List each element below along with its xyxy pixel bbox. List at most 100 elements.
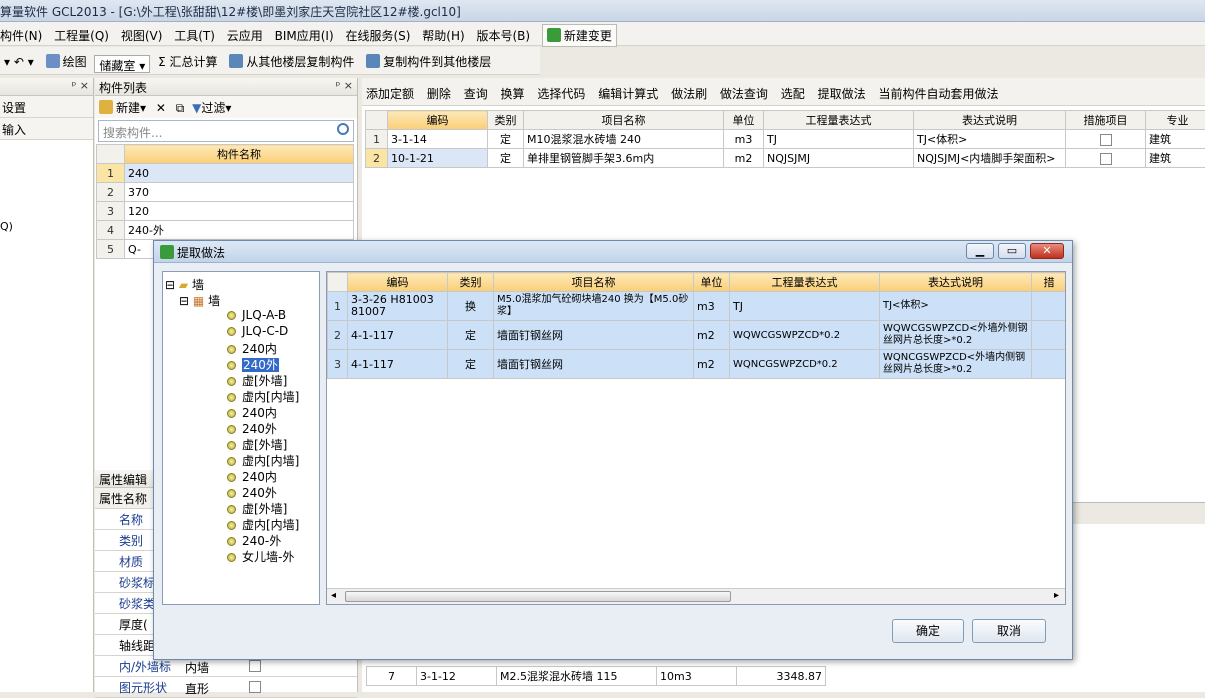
- measure-checkbox[interactable]: [1100, 134, 1112, 146]
- code-cell[interactable]: 4-1-117: [348, 350, 448, 379]
- type-cell[interactable]: 定: [448, 321, 494, 350]
- table-row[interactable]: 4240-外: [97, 221, 354, 240]
- component-name-cell[interactable]: 120: [125, 202, 354, 221]
- auto-apply-button[interactable]: 当前构件自动套用做法: [878, 87, 998, 101]
- tree-leaf[interactable]: 240-外: [165, 532, 317, 548]
- collapse-icon[interactable]: ⊟: [165, 278, 175, 292]
- unit-cell[interactable]: m3: [694, 292, 730, 321]
- property-value-inout[interactable]: 内墙: [185, 659, 209, 676]
- name-cell[interactable]: M10混浆混水砖墙 240: [524, 130, 724, 149]
- tree-leaf[interactable]: 240外: [165, 356, 317, 372]
- new-component-button[interactable]: 新建▾: [99, 101, 146, 115]
- tree-leaf[interactable]: 240内: [165, 340, 317, 356]
- component-name-cell[interactable]: 240: [125, 164, 354, 183]
- close-button[interactable]: ✕: [1030, 243, 1064, 259]
- component-name-cell[interactable]: 370: [125, 183, 354, 202]
- name-cell[interactable]: 墙面钉钢丝网: [494, 321, 694, 350]
- add-quota-button[interactable]: 添加定额: [366, 87, 414, 101]
- delete-button[interactable]: 删除: [427, 87, 451, 101]
- scroll-left-icon[interactable]: ◂: [331, 590, 336, 601]
- edit-formula-button[interactable]: 编辑计算式: [598, 87, 658, 101]
- component-search-input[interactable]: 搜索构件...: [98, 120, 354, 142]
- code-cell[interactable]: 3-1-12: [417, 667, 497, 686]
- desc-cell[interactable]: WQNCGSWPZCD<外墙内侧钢丝网片总长度>*0.2: [880, 350, 1032, 379]
- desc-cell[interactable]: TJ<体积>: [880, 292, 1032, 321]
- tree-leaf[interactable]: 虚[外墙]: [165, 372, 317, 388]
- measure-cell[interactable]: [1032, 292, 1067, 321]
- extract-method-button[interactable]: 提取做法: [818, 87, 866, 101]
- component-name-cell[interactable]: 240-外: [125, 221, 354, 240]
- collapse-icon[interactable]: ⊟: [179, 294, 189, 308]
- menu-view[interactable]: 视图(V): [121, 22, 163, 44]
- tree-leaf[interactable]: 虚内[内墙]: [165, 452, 317, 468]
- filter-button[interactable]: ▼过滤▾: [192, 101, 231, 115]
- copy-to-floor-button[interactable]: 复制构件到其他楼层: [362, 47, 495, 70]
- table-row[interactable]: 3120: [97, 202, 354, 221]
- measure-cell[interactable]: [1066, 130, 1146, 149]
- tree-leaf[interactable]: 240内: [165, 468, 317, 484]
- table-row[interactable]: 2 4-1-117 定 墙面钉钢丝网 m2 WQWCGSWPZCD*0.2 WQ…: [328, 321, 1067, 350]
- pin-close-icons[interactable]: ᵖ ×: [72, 79, 89, 92]
- code-cell[interactable]: 3-3-26 H81003 81007: [348, 292, 448, 321]
- tree-leaf[interactable]: 240内: [165, 404, 317, 420]
- type-cell[interactable]: 定: [448, 350, 494, 379]
- query-button[interactable]: 查询: [464, 87, 488, 101]
- menu-component[interactable]: 构件(N): [0, 22, 42, 44]
- tree-leaf[interactable]: JLQ-C-D: [165, 324, 317, 340]
- tree-leaf[interactable]: 240外: [165, 484, 317, 500]
- tree-leaf[interactable]: JLQ-A-B: [165, 308, 317, 324]
- name-cell[interactable]: 单排里钢管脚手架3.6m内: [524, 149, 724, 168]
- sum-button[interactable]: Σ 汇总计算: [154, 47, 221, 70]
- name-cell[interactable]: M5.0混浆加气砼砌块墙240 换为【M5.0砂浆】: [494, 292, 694, 321]
- horizontal-scrollbar[interactable]: ◂ ▸: [327, 588, 1065, 604]
- major-cell[interactable]: 建筑: [1146, 130, 1205, 149]
- value-cell[interactable]: 3348.87: [737, 667, 826, 686]
- menu-bim[interactable]: BIM应用(I): [275, 22, 334, 44]
- tree-leaf[interactable]: 女儿墙-外: [165, 548, 317, 564]
- menu-help[interactable]: 帮助(H): [422, 22, 464, 44]
- code-cell[interactable]: 4-1-117: [348, 321, 448, 350]
- code-cell[interactable]: 3-1-14: [388, 130, 488, 149]
- tree-leaf[interactable]: 虚[外墙]: [165, 500, 317, 516]
- scrollbar-thumb[interactable]: [345, 591, 731, 602]
- copy-from-floor-button[interactable]: 从其他楼层复制构件: [225, 47, 358, 70]
- method-brush-button[interactable]: 做法刷: [671, 87, 707, 101]
- measure-cell[interactable]: [1066, 149, 1146, 168]
- tree-leaf[interactable]: 虚内[内墙]: [165, 516, 317, 532]
- scroll-right-icon[interactable]: ▸: [1054, 590, 1059, 601]
- maximize-button[interactable]: ▭: [998, 243, 1026, 259]
- minimize-button[interactable]: ▁: [966, 243, 994, 259]
- floor-select[interactable]: 储藏室 ▾: [94, 55, 150, 73]
- property-row[interactable]: 图元形状直形: [95, 677, 357, 698]
- expr-cell[interactable]: TJ: [730, 292, 880, 321]
- measure-cell[interactable]: [1032, 350, 1067, 379]
- code-cell[interactable]: 10-1-21: [388, 149, 488, 168]
- unit-cell[interactable]: m2: [694, 321, 730, 350]
- tree-leaf[interactable]: 虚内[内墙]: [165, 388, 317, 404]
- desc-cell[interactable]: TJ<体积>: [914, 130, 1066, 149]
- pin-close-icons[interactable]: ᵖ ×: [336, 79, 353, 92]
- menu-tools[interactable]: 工具(T): [174, 22, 215, 44]
- tree-leaf[interactable]: 虚[外墙]: [165, 436, 317, 452]
- unit-cell[interactable]: m3: [724, 130, 764, 149]
- convert-button[interactable]: 换算: [501, 87, 525, 101]
- tree-node[interactable]: ⊟ ▦ 墙: [165, 292, 317, 308]
- expr-cell[interactable]: WQNCGSWPZCD*0.2: [730, 350, 880, 379]
- menu-quantity[interactable]: 工程量(Q): [54, 22, 109, 44]
- table-row[interactable]: 3 4-1-117 定 墙面钉钢丝网 m2 WQNCGSWPZCD*0.2 WQ…: [328, 350, 1067, 379]
- menu-cloud[interactable]: 云应用: [227, 22, 263, 44]
- menu-online[interactable]: 在线服务(S): [345, 22, 410, 44]
- match-button[interactable]: 选配: [781, 87, 805, 101]
- expr-cell[interactable]: TJ: [764, 130, 914, 149]
- desc-cell[interactable]: WQWCGSWPZCD<外墙外侧钢丝网片总长度>*0.2: [880, 321, 1032, 350]
- delete-icon[interactable]: ✕: [156, 101, 166, 115]
- tree-leaf[interactable]: 240外: [165, 420, 317, 436]
- table-row[interactable]: 1 3-1-14 定 M10混浆混水砖墙 240 m3 TJ TJ<体积> 建筑: [366, 130, 1205, 149]
- table-row[interactable]: 2 10-1-21 定 单排里钢管脚手架3.6m内 m2 NQJSJMJ NQJ…: [366, 149, 1205, 168]
- tree-root[interactable]: ⊟ ▰ 墙: [165, 276, 317, 292]
- unit-cell[interactable]: m2: [694, 350, 730, 379]
- property-value-shape[interactable]: 直形: [185, 680, 209, 697]
- type-cell[interactable]: 换: [448, 292, 494, 321]
- type-cell[interactable]: 定: [488, 149, 524, 168]
- table-row[interactable]: 7 3-1-12 M2.5混浆混水砖墙 115 10m3 3348.87: [367, 667, 826, 686]
